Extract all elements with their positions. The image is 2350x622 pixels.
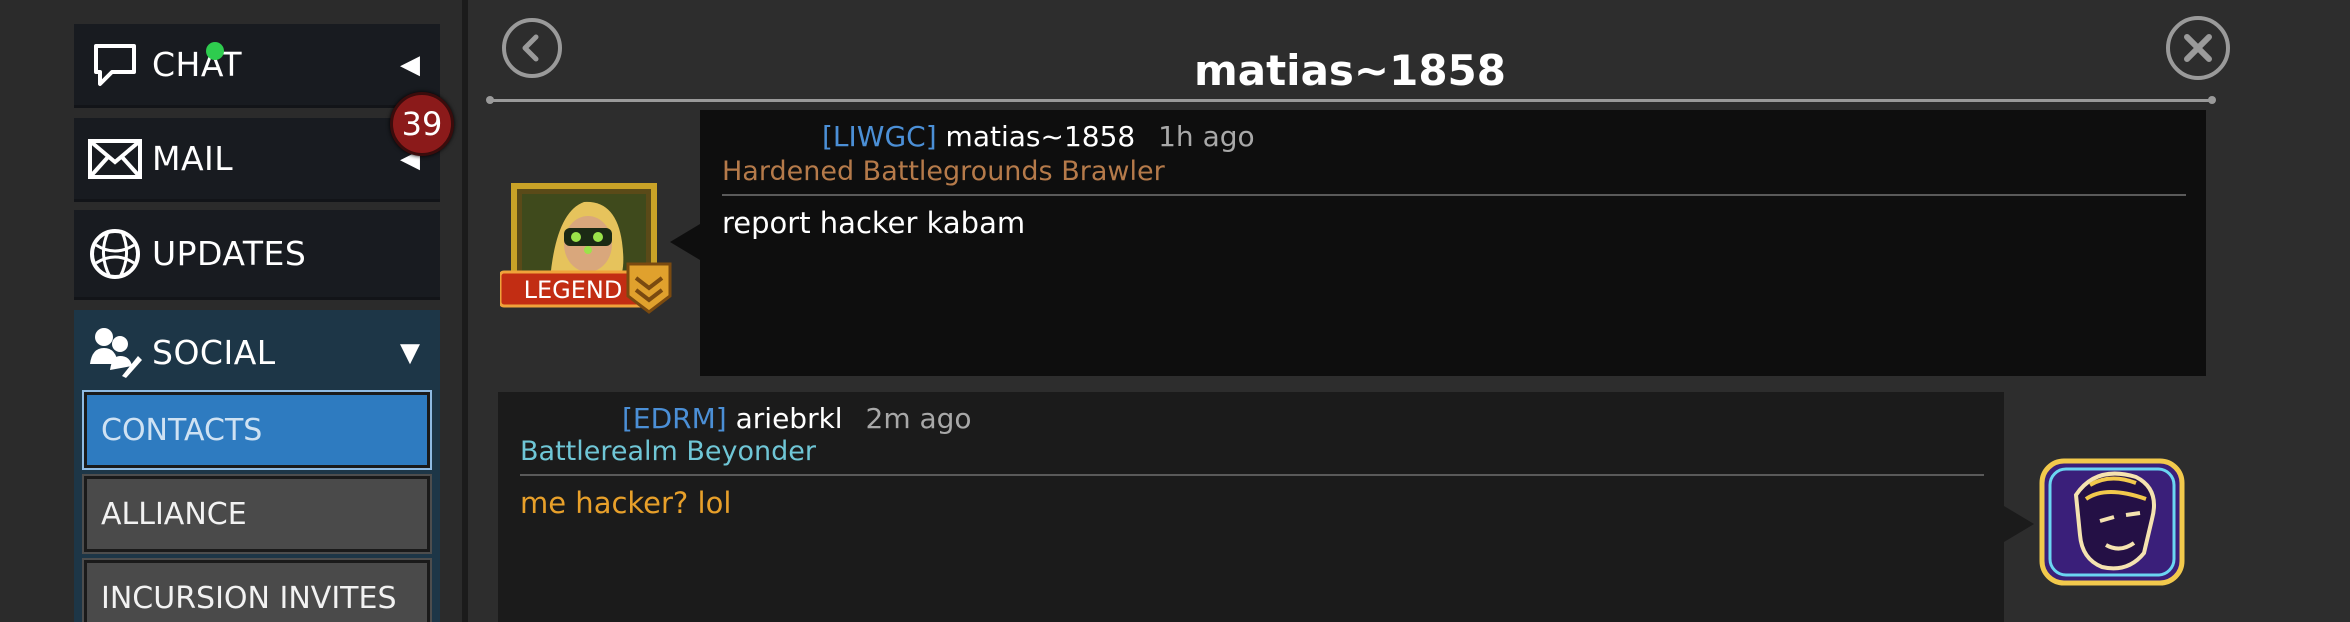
alliance-tag[interactable]: [EDRM] (622, 402, 727, 435)
online-dot-icon (206, 42, 224, 60)
message-divider (520, 474, 1984, 476)
alliance-tag[interactable]: [LIWGC] (822, 120, 937, 153)
globe-icon (84, 223, 146, 285)
message-header: [EDRM] ariebrkl 2m ago (622, 402, 972, 435)
app-root: CHAT ◀ MAIL ◀ 39 UPDATES SOCIAL ▼ CONTAC… (0, 0, 2350, 622)
avatar[interactable]: LEGEND (498, 172, 680, 318)
legend-badge-label: LEGEND (523, 276, 623, 304)
conversation-title: matias~1858 (1193, 46, 1506, 95)
timestamp: 2m ago (865, 402, 972, 435)
username[interactable]: ariebrkl (736, 402, 843, 435)
sidebar: CHAT ◀ MAIL ◀ 39 UPDATES SOCIAL ▼ CONTAC… (0, 0, 462, 622)
message-bubble: [EDRM] ariebrkl 2m ago Battlerealm Beyon… (498, 392, 2004, 622)
close-icon (2184, 34, 2212, 62)
back-button[interactable] (502, 18, 562, 78)
mail-count-badge: 39 (390, 92, 454, 156)
username[interactable]: matias~1858 (946, 120, 1136, 153)
player-title: Battlerealm Beyonder (520, 436, 816, 467)
sidebar-item-social[interactable]: SOCIAL ▼ (74, 310, 440, 394)
social-item-incursion-invites[interactable]: INCURSION INVITES (82, 558, 432, 622)
message-bubble: [LIWGC] matias~1858 1h ago Hardened Batt… (700, 110, 2206, 376)
sidebar-item-updates[interactable]: UPDATES (74, 210, 440, 300)
updates-label: UPDATES (152, 234, 307, 273)
sidebar-item-chat[interactable]: CHAT ◀ (74, 24, 440, 108)
message-bubble-tail (2004, 506, 2034, 542)
speech-bubble-icon (84, 34, 146, 96)
social-section: SOCIAL ▼ CONTACTS ALLIANCE INCURSION INV… (74, 310, 440, 622)
sidebar-divider (462, 0, 468, 622)
chevron-left-icon: ◀ (400, 50, 420, 80)
people-icon (84, 321, 146, 383)
chat-label: CHAT (152, 45, 243, 84)
message-text: me hacker? lol (520, 486, 732, 520)
sidebar-item-mail[interactable]: MAIL ◀ (74, 118, 440, 202)
message-bubble-tail (670, 224, 700, 260)
envelope-icon (84, 128, 146, 190)
mail-label: MAIL (152, 139, 234, 178)
close-button[interactable] (2166, 16, 2230, 80)
timestamp: 1h ago (1158, 120, 1255, 153)
title-divider (486, 96, 2216, 104)
social-item-contacts[interactable]: CONTACTS (82, 390, 432, 470)
back-arrow-icon (522, 34, 539, 62)
message-header: [LIWGC] matias~1858 1h ago (822, 120, 1255, 153)
social-item-alliance[interactable]: ALLIANCE (82, 474, 432, 554)
avatar[interactable] (2036, 455, 2188, 589)
message-divider (722, 194, 2186, 196)
player-title: Hardened Battlegrounds Brawler (722, 156, 1165, 187)
chevron-down-icon: ▼ (400, 338, 420, 368)
message-text: report hacker kabam (722, 206, 1026, 240)
social-label: SOCIAL (152, 332, 276, 372)
